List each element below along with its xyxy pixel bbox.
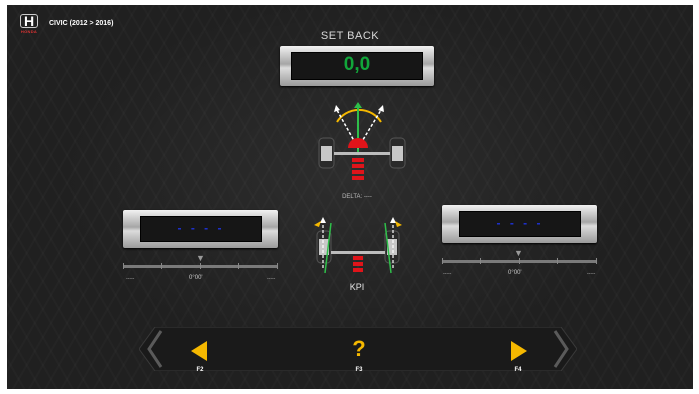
left-scale-bar xyxy=(123,263,278,269)
f4-key-label: F4 xyxy=(514,367,522,373)
right-wheel-screen: - - - - xyxy=(459,211,581,237)
setback-display: 0,0 xyxy=(280,46,434,86)
kpi-label: KPI xyxy=(349,282,365,292)
front-left-rim xyxy=(321,146,332,161)
kpi-axle-diagram xyxy=(314,217,402,274)
left-angle-value: 0°00' xyxy=(189,275,203,281)
reference-arrow-icon xyxy=(354,102,362,108)
left-wheel-display: - - - - xyxy=(123,210,278,248)
right-min-label: ----- xyxy=(443,271,452,277)
f2-key-label: F2 xyxy=(196,367,204,373)
right-max-label: ----- xyxy=(587,271,596,277)
right-scale-bar xyxy=(442,258,597,264)
left-wheel-screen: - - - - xyxy=(140,216,262,242)
left-min-label: ----- xyxy=(126,276,135,282)
column-block-3 xyxy=(352,170,364,174)
kpi-block-1 xyxy=(353,256,363,260)
right-pointer-icon: ▼ xyxy=(514,248,523,258)
help-question-icon[interactable]: ? xyxy=(350,336,368,362)
kpi-left-arrow-icon xyxy=(320,217,326,223)
kpi-left-indicator-icon xyxy=(314,221,321,227)
delta-readout: DELTA: ---- xyxy=(342,194,372,200)
kpi-right-indicator-icon xyxy=(395,221,402,227)
front-right-rim xyxy=(392,146,403,161)
kpi-block-2 xyxy=(353,262,363,266)
setback-screen: 0,0 xyxy=(291,52,423,80)
left-pointer-icon: ▼ xyxy=(196,253,205,263)
column-block-2 xyxy=(352,164,364,168)
front-axle xyxy=(334,152,390,155)
prev-arrow-icon[interactable] xyxy=(189,340,211,362)
kpi-axle xyxy=(331,251,385,254)
kpi-right-arrow-icon xyxy=(390,217,396,223)
setback-value: 0,0 xyxy=(343,54,371,75)
setback-title: SET BACK xyxy=(320,30,380,42)
f3-key-label: F3 xyxy=(355,367,363,373)
column-block-1 xyxy=(352,158,364,162)
column-block-4 xyxy=(352,176,364,180)
right-wheel-value: - - - - xyxy=(496,216,544,230)
right-wheel-display: - - - - xyxy=(442,205,597,243)
left-wheel-value: - - - - xyxy=(177,221,225,235)
left-max-label: ----- xyxy=(267,276,276,282)
setback-axle-diagram xyxy=(318,102,406,180)
vehicle-model: CIVIC (2012 > 2016) xyxy=(49,20,114,27)
left-setback-arrow-icon xyxy=(334,105,340,112)
right-angle-value: 0°00' xyxy=(508,270,522,276)
alignment-screen: H HONDA CIVIC (2012 > 2016) SET BACK 0,0… xyxy=(7,5,693,389)
right-setback-arrow-icon xyxy=(378,105,384,112)
kpi-block-3 xyxy=(353,268,363,272)
setback-sector xyxy=(348,138,368,148)
next-arrow-icon[interactable] xyxy=(507,340,529,362)
